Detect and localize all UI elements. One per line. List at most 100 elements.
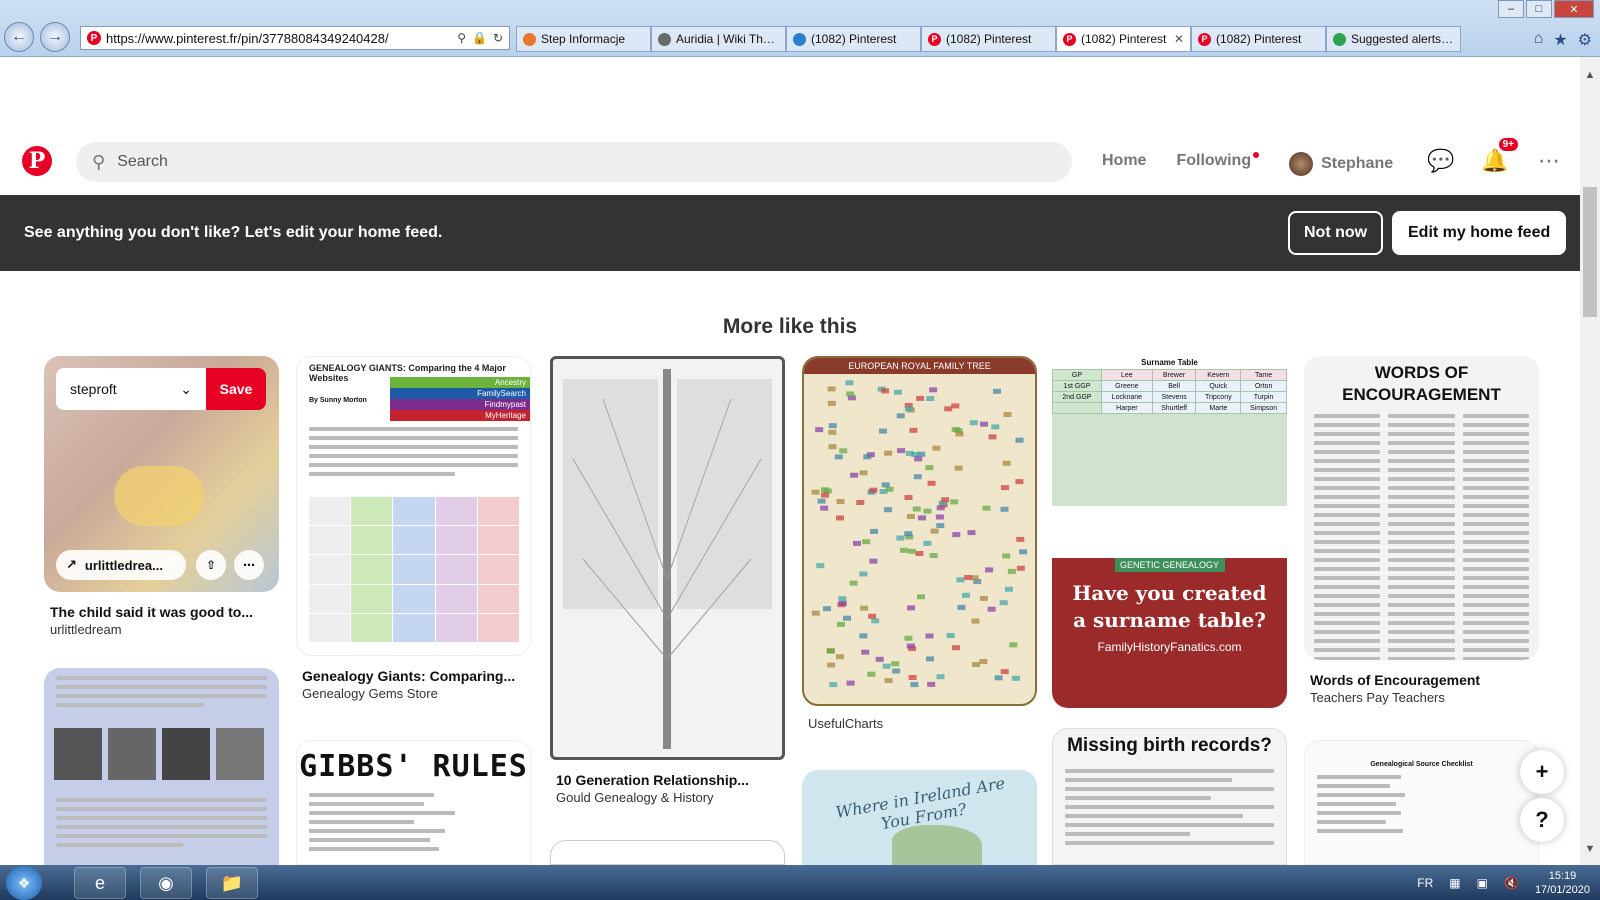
table-cell: Locknane: [1100, 391, 1153, 403]
pin-source[interactable]: urlittledream: [44, 622, 279, 637]
scroll-up-icon[interactable]: ▲: [1580, 69, 1600, 81]
internet-explorer-taskbar-icon[interactable]: e: [74, 867, 126, 899]
forward-button[interactable]: →: [40, 22, 70, 52]
table-filler: [1052, 414, 1287, 506]
wiki-icon: [658, 32, 671, 46]
table-cell: Stevens: [1151, 391, 1197, 403]
pin-card[interactable]: Missing birth records?: [1052, 728, 1287, 865]
tab-pinterest-4[interactable]: P (1082) Pinterest: [1191, 26, 1326, 52]
more-button[interactable]: ⋯: [234, 550, 264, 580]
tab-pinterest-active[interactable]: P (1082) Pinterest ✕: [1056, 26, 1191, 52]
table-cell: Harper: [1100, 402, 1153, 414]
scroll-thumb[interactable]: [1583, 187, 1597, 317]
url-text[interactable]: https://www.pinterest.fr/pin/37788084349…: [106, 31, 457, 46]
tab-step-informacje[interactable]: Step Informacje: [516, 26, 651, 52]
network-icon[interactable]: ▦: [1449, 876, 1460, 890]
pin-card[interactable]: WORDS OF ENCOURAGEMENT Words of Encourag…: [1304, 356, 1539, 705]
pin-heading: GIBBS' RULES: [299, 749, 528, 784]
clock[interactable]: 15:19 17/01/2020: [1535, 869, 1590, 897]
favorites-star-icon[interactable]: ★: [1553, 30, 1567, 50]
tab-close-icon[interactable]: ✕: [1174, 32, 1184, 46]
volume-muted-icon[interactable]: 🔇: [1504, 876, 1519, 890]
scroll-down-icon[interactable]: ▼: [1580, 843, 1600, 855]
share-button[interactable]: ⇧: [196, 550, 226, 580]
notifications-bell-icon[interactable]: 🔔 9+: [1480, 138, 1518, 176]
pin-heading: WORDS OF ENCOURAGEMENT: [1342, 363, 1501, 404]
pin-source[interactable]: Teachers Pay Teachers: [1304, 690, 1539, 705]
edit-home-feed-button[interactable]: Edit my home feed: [1392, 211, 1567, 255]
pin-image[interactable]: EUROPEAN ROYAL FAMILY TREE: [802, 356, 1037, 706]
pin-card[interactable]: GENEALOGY GIANTS: Comparing the 4 Major …: [296, 356, 531, 701]
start-button-icon[interactable]: ❖: [6, 866, 42, 900]
pin-card[interactable]: Where in Ireland Are You From?: [802, 770, 1037, 865]
pin-title[interactable]: The child said it was good to...: [44, 604, 279, 620]
pin-image[interactable]: steproft ⌄ Save ↗ urlittledrea... ⇧ ⋯: [44, 356, 279, 592]
pin-source[interactable]: Gould Genealogy & History: [550, 790, 785, 805]
pin-image[interactable]: Missing birth records?: [1052, 728, 1287, 865]
map-shape: [892, 825, 982, 865]
table-cell: Quick: [1195, 380, 1242, 392]
back-button[interactable]: ←: [4, 22, 34, 52]
search-input[interactable]: ⚲ Search: [76, 142, 1072, 182]
pin-card[interactable]: GIBBS' RULES: [296, 740, 531, 865]
help-button[interactable]: ?: [1520, 798, 1564, 842]
source-link-label: urlittledrea...: [84, 557, 163, 573]
tab-pinterest-1[interactable]: (1082) Pinterest: [786, 26, 921, 52]
pin-card[interactable]: 10 Generation Relationship... Gould Gene…: [550, 356, 785, 805]
tab-suggested-alerts[interactable]: Suggested alerts - ...: [1326, 26, 1461, 52]
maximize-icon[interactable]: □: [1526, 0, 1552, 18]
lock-icon[interactable]: 🔒: [472, 31, 487, 45]
pin-title[interactable]: 10 Generation Relationship...: [550, 772, 785, 788]
board-select[interactable]: steproft ⌄: [56, 368, 206, 410]
pin-card[interactable]: [44, 668, 279, 868]
tab-pinterest-2[interactable]: P (1082) Pinterest: [921, 26, 1056, 52]
pin-image[interactable]: WORDS OF ENCOURAGEMENT: [1304, 356, 1539, 660]
nav-home[interactable]: Home: [1102, 152, 1146, 176]
table-cell: Brewer: [1151, 369, 1197, 381]
language-indicator[interactable]: FR: [1417, 876, 1433, 890]
pin-source[interactable]: Genealogy Gems Store: [296, 686, 531, 701]
pin-card[interactable]: EUROPEAN ROYAL FAMILY TREE UsefulCharts: [802, 356, 1037, 731]
close-icon[interactable]: ✕: [1554, 0, 1594, 18]
pin-card[interactable]: [550, 840, 785, 865]
pin-title[interactable]: Genealogy Giants: Comparing...: [296, 668, 531, 684]
minimize-icon[interactable]: –: [1498, 0, 1524, 18]
more-options-icon[interactable]: ⋯: [1534, 146, 1564, 176]
create-pin-button[interactable]: +: [1520, 750, 1564, 794]
plus-icon: +: [1535, 759, 1549, 784]
file-explorer-taskbar-icon[interactable]: 📁: [206, 867, 258, 899]
nav-following[interactable]: Following: [1176, 152, 1260, 176]
address-bar[interactable]: P https://www.pinterest.fr/pin/377880843…: [80, 26, 510, 50]
app-tray-icon[interactable]: ▣: [1477, 876, 1488, 890]
pin-source[interactable]: UsefulCharts: [802, 716, 1037, 731]
pin-image[interactable]: Where in Ireland Are You From?: [802, 770, 1037, 865]
pin-image[interactable]: GENEALOGY GIANTS: Comparing the 4 Major …: [296, 356, 531, 656]
pin-image[interactable]: Surname Table GP Lee Brewer Kevern Tame 1st G…: [1052, 356, 1287, 708]
pin-image[interactable]: Genealogical Source Checklist: [1304, 740, 1539, 865]
pin-image[interactable]: [44, 668, 279, 868]
page-scrollbar[interactable]: ▲ ▼: [1580, 57, 1600, 865]
pin-card[interactable]: Genealogical Source Checklist: [1304, 740, 1539, 865]
messages-icon[interactable]: 💬: [1426, 146, 1456, 176]
nav-profile[interactable]: Stephane: [1289, 152, 1393, 176]
share-icon: ⇧: [205, 558, 217, 572]
pinterest-logo-icon[interactable]: P: [22, 146, 52, 176]
firefox-taskbar-icon[interactable]: ◉: [140, 867, 192, 899]
search-icon[interactable]: ⚲: [457, 31, 466, 45]
home-icon[interactable]: ⌂: [1534, 30, 1544, 50]
settings-gear-icon[interactable]: ⚙: [1578, 30, 1592, 50]
pin-card[interactable]: steproft ⌄ Save ↗ urlittledrea... ⇧ ⋯ The …: [44, 356, 279, 637]
source-link[interactable]: ↗ urlittledrea...: [56, 550, 186, 580]
pin-image[interactable]: [550, 356, 785, 760]
site-myheritage: MyHeritage: [390, 410, 530, 421]
pin-title[interactable]: Words of Encouragement: [1304, 672, 1539, 688]
table-cell: 2nd GGP: [1052, 391, 1102, 403]
pin-image[interactable]: [550, 840, 785, 865]
pin-image[interactable]: GIBBS' RULES: [296, 740, 531, 865]
tab-auridia[interactable]: Auridia | Wiki The E...: [651, 26, 786, 52]
not-now-button[interactable]: Not now: [1288, 211, 1384, 255]
pinterest-icon: P: [1063, 32, 1076, 46]
save-button[interactable]: Save: [206, 368, 266, 410]
refresh-icon[interactable]: ↻: [493, 31, 503, 45]
pin-card[interactable]: Surname Table GP Lee Brewer Kevern Tame 1st G…: [1052, 356, 1287, 708]
